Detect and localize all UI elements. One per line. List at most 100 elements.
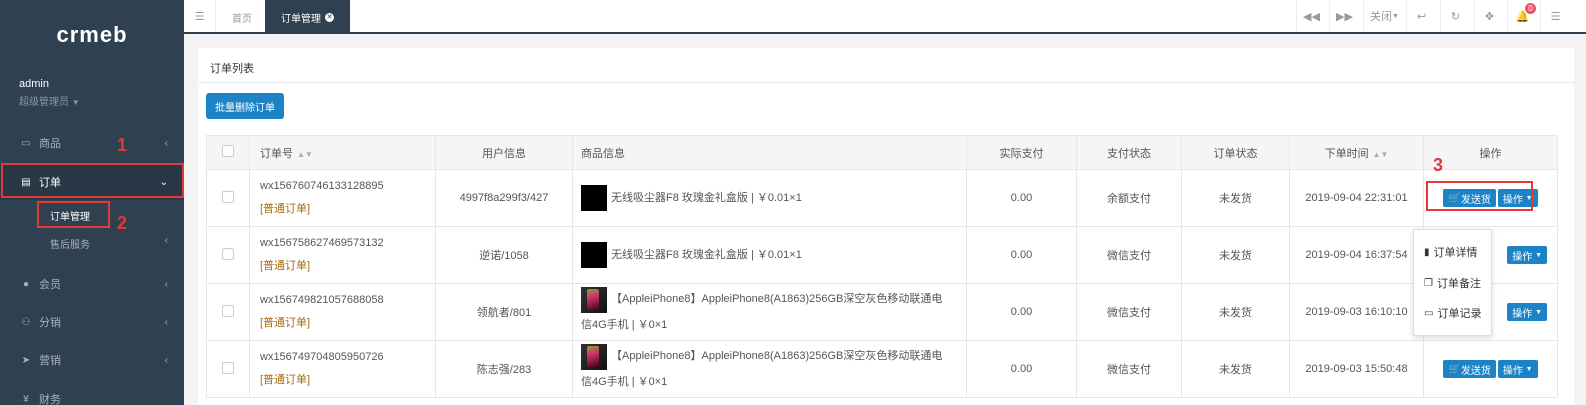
- sort-icon[interactable]: ▲▼: [1373, 150, 1389, 159]
- settings-menu-icon[interactable]: ☰: [1540, 0, 1570, 32]
- menu-item-order-details[interactable]: ▮ 订单详情: [1424, 244, 1478, 260]
- menu-item-label: 订单备注: [1436, 278, 1481, 290]
- column-header-order-status: 订单状态: [1181, 135, 1290, 170]
- goods-cell: 【AppleiPhone8】AppleiPhone8(A1863)256GB深空…: [572, 283, 967, 341]
- sidebar-subitem-after-sales[interactable]: 售后服务: [50, 236, 90, 251]
- sidebar-item-label: 营销: [39, 355, 61, 367]
- goods-info-line2: 信4G手机 | ￥0×1: [581, 376, 668, 388]
- row-checkbox[interactable]: [222, 361, 234, 374]
- chevron-left-icon: ‹: [164, 316, 168, 328]
- column-header-order-no[interactable]: 订单号 ▲▼: [249, 135, 436, 170]
- order-cell: wx156749821057688058 [普通订单]: [249, 283, 436, 341]
- caret-down-icon: ▼: [1535, 251, 1542, 259]
- divider: [198, 82, 1574, 83]
- close-tabs-label: 关闭: [1370, 11, 1393, 23]
- copy-icon: ❐: [1424, 277, 1433, 289]
- order-type: [普通订单]: [260, 260, 311, 272]
- order-number: wx156749704805950726: [260, 351, 384, 363]
- close-icon[interactable]: ✕: [325, 12, 334, 22]
- user-info: 陈志强/283: [435, 340, 573, 398]
- table-row: wx156758627469573132 [普通订单] 逆诺/1058 无线吸尘器…: [206, 226, 1558, 284]
- actions-cell: 🛒 发送货 操作 ▼: [1423, 340, 1558, 398]
- menu-item-label: 订单记录: [1437, 308, 1482, 320]
- goods-cell: 【AppleiPhone8】AppleiPhone8(A1863)256GB深空…: [572, 340, 967, 398]
- profile-name[interactable]: admin: [19, 78, 49, 90]
- order-type: [普通订单]: [260, 374, 311, 386]
- annotation-box-actions: [1426, 181, 1533, 211]
- notification-badge: 0: [1525, 3, 1536, 14]
- refresh-icon[interactable]: ↻: [1440, 0, 1470, 32]
- top-bar: ☰ 首页 订单管理 ✕ ◀◀ ▶▶ 关闭 ▼ ↩ ↻ ✥ 🔔 0 ☰: [184, 0, 1586, 34]
- row-checkbox-cell: [206, 283, 250, 341]
- caret-down-icon: ▼: [1392, 12, 1399, 20]
- back-icon[interactable]: ↩: [1406, 0, 1436, 32]
- column-label: 订单号: [260, 147, 293, 160]
- order-cell: wx156749704805950726 [普通订单]: [249, 340, 436, 398]
- chevron-left-icon: ‹: [164, 354, 168, 366]
- close-tabs-dropdown[interactable]: 关闭 ▼: [1363, 0, 1405, 32]
- select-all-checkbox[interactable]: [222, 145, 234, 157]
- goods-info-line1: 【AppleiPhone8】AppleiPhone8(A1863)256GB深空…: [611, 293, 943, 305]
- caret-down-icon: ▼: [1525, 365, 1533, 373]
- profile-role-label: 超级管理员: [19, 97, 69, 108]
- column-header-order-time[interactable]: 下单时间 ▲▼: [1289, 135, 1424, 170]
- menu-toggle-icon[interactable]: ☰: [184, 0, 216, 32]
- order-type: [普通订单]: [260, 317, 311, 329]
- row-checkbox-cell: [206, 340, 250, 398]
- sidebar-item-distribution[interactable]: ⚇ 分销 ‹: [0, 304, 184, 340]
- scroll-right-icon[interactable]: ▶▶: [1329, 0, 1359, 32]
- paid-amount: 0.00: [966, 226, 1077, 284]
- paid-amount: 0.00: [966, 169, 1077, 227]
- tab-order-management[interactable]: 订单管理 ✕: [265, 0, 350, 34]
- chevron-left-icon: ‹: [164, 137, 168, 149]
- order-cell: wx156758627469573132 [普通订单]: [249, 226, 436, 284]
- menu-item-order-log[interactable]: ▭ 订单记录: [1424, 305, 1481, 321]
- menu-item-label: 订单详情: [1433, 247, 1478, 259]
- tab-home[interactable]: 首页: [216, 0, 268, 34]
- goods-cell: 无线吸尘器F8 玫瑰金礼盒版 | ￥0.01×1: [572, 226, 967, 284]
- ship-label: 发送货: [1460, 365, 1491, 377]
- row-checkbox[interactable]: [222, 247, 234, 260]
- caret-down-icon: ▼: [1535, 308, 1542, 316]
- actions-label: 操作: [1512, 251, 1533, 263]
- annotation-number-1: 1: [117, 135, 128, 155]
- tab-label: 订单管理: [281, 13, 321, 25]
- product-thumbnail: [581, 242, 607, 268]
- product-thumbnail: [581, 344, 607, 370]
- desktop-icon: ▭: [21, 137, 31, 149]
- column-header-actions: 操作: [1423, 135, 1558, 170]
- profile-role-dropdown[interactable]: 超级管理员 ▼: [19, 93, 80, 108]
- notification-bell-icon[interactable]: 🔔 0: [1507, 0, 1537, 32]
- order-number: wx156749821057688058: [260, 294, 384, 306]
- logo[interactable]: crmeb: [0, 22, 184, 48]
- order-cell: wx156760746133128895 [普通订单]: [249, 169, 436, 227]
- bulk-delete-button[interactable]: 批量删除订单: [206, 93, 284, 119]
- order-status: 未发货: [1181, 226, 1290, 284]
- user-info: 4997f8a299f3/427: [435, 169, 573, 227]
- row-checkbox[interactable]: [222, 304, 234, 317]
- sidebar-item-finance[interactable]: ¥ 财务: [0, 381, 184, 405]
- column-header-paid: 实际支付: [966, 135, 1077, 170]
- sidebar-item-goods[interactable]: ▭ 商品 ‹: [0, 125, 184, 161]
- select-all-cell: [206, 135, 250, 170]
- actions-dropdown-button[interactable]: 操作 ▼: [1507, 303, 1547, 321]
- row-checkbox[interactable]: [222, 190, 234, 203]
- fullscreen-icon[interactable]: ✥: [1474, 0, 1504, 32]
- sidebar-item-marketing[interactable]: ➤ 营销 ‹: [0, 342, 184, 378]
- actions-dropdown-button[interactable]: 操作 ▼: [1497, 360, 1538, 378]
- sidebar-item-members[interactable]: ● 会员 ‹: [0, 266, 184, 302]
- user-info: 逆诺/1058: [435, 226, 573, 284]
- ship-button[interactable]: 🛒 发送货: [1443, 360, 1496, 378]
- product-thumbnail: [581, 287, 607, 313]
- order-type: [普通订单]: [260, 203, 311, 215]
- column-label: 下单时间: [1324, 147, 1369, 160]
- chevron-left-icon: ‹: [164, 278, 168, 290]
- sidebar-item-label: 商品: [39, 138, 61, 150]
- sort-icon[interactable]: ▲▼: [297, 150, 313, 159]
- pay-status: 微信支付: [1076, 283, 1182, 341]
- menu-item-order-remark[interactable]: ❐ 订单备注: [1424, 275, 1481, 291]
- user-info: 领航者/801: [435, 283, 573, 341]
- scroll-left-icon[interactable]: ◀◀: [1296, 0, 1326, 32]
- actions-dropdown-button[interactable]: 操作 ▼: [1507, 246, 1547, 264]
- caret-down-icon: ▼: [71, 98, 80, 107]
